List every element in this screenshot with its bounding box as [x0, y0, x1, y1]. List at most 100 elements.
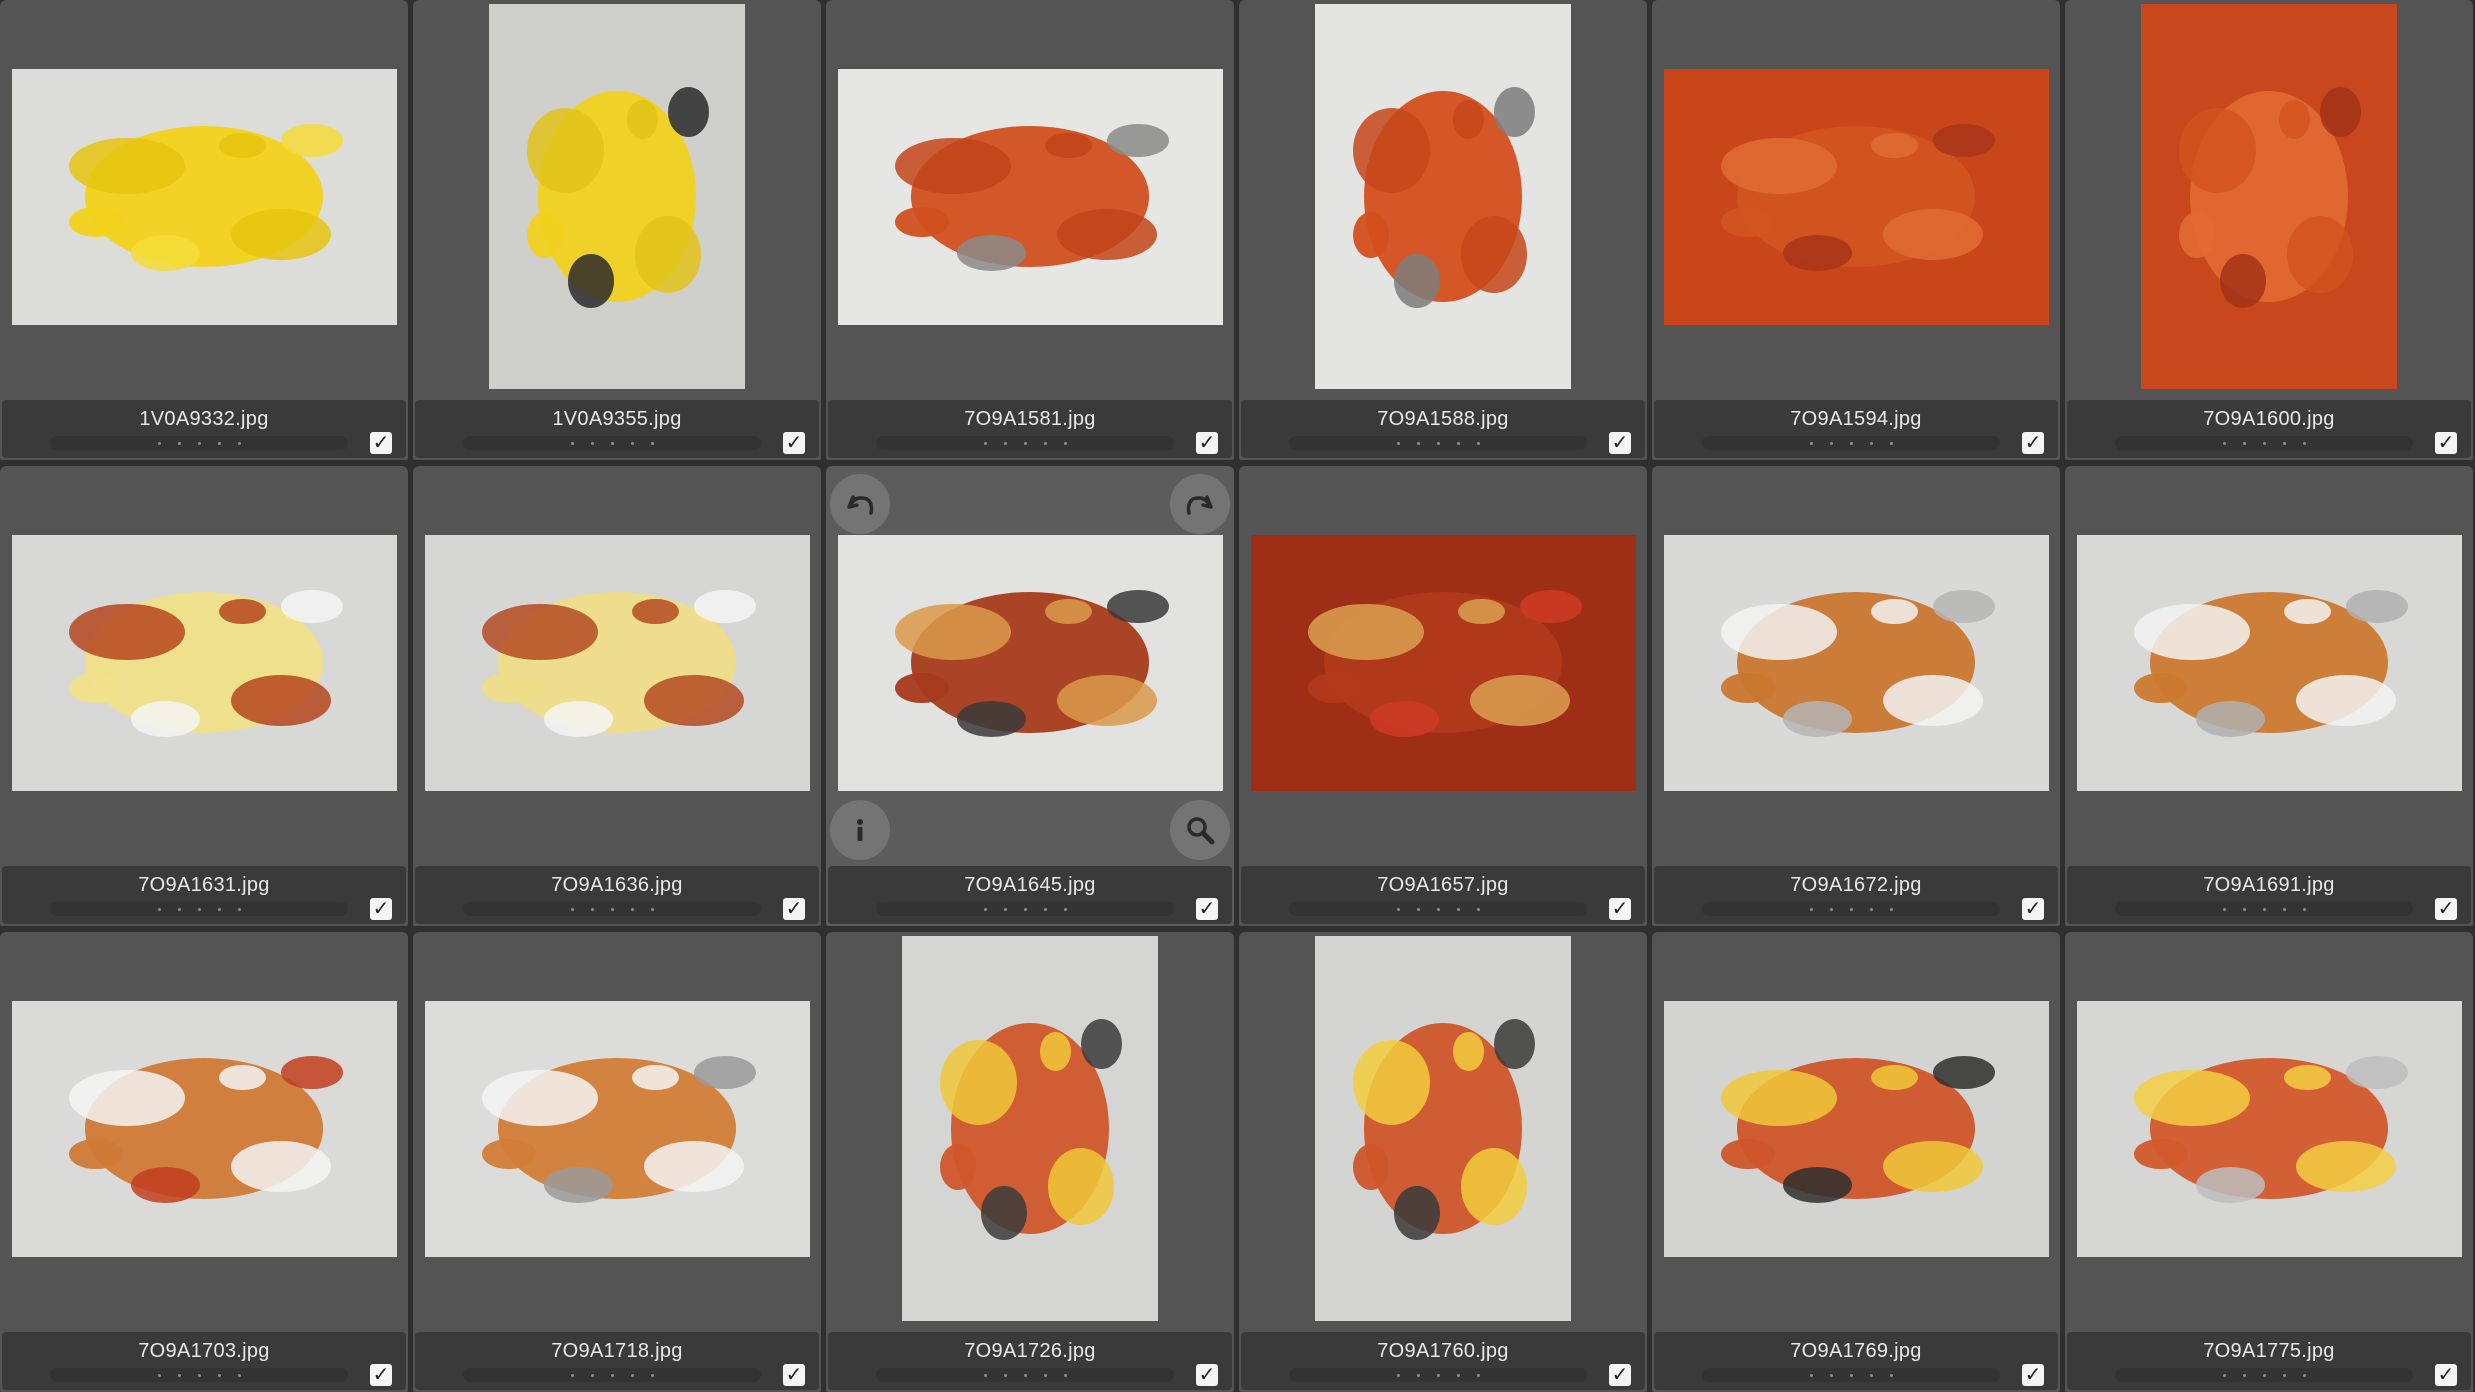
keep-checkbox[interactable]: ✓	[1196, 1364, 1218, 1386]
star-rating[interactable]	[463, 436, 761, 450]
rating-dot[interactable]	[1849, 441, 1853, 445]
rating-dot[interactable]	[1829, 1373, 1833, 1377]
keep-checkbox[interactable]: ✓	[1609, 432, 1631, 454]
rating-dot[interactable]	[157, 907, 161, 911]
rating-dot[interactable]	[983, 441, 987, 445]
rating-dot[interactable]	[1889, 441, 1893, 445]
keep-checkbox[interactable]: ✓	[783, 432, 805, 454]
photo-thumbnail[interactable]	[2076, 1000, 2462, 1257]
keep-checkbox[interactable]: ✓	[1196, 432, 1218, 454]
rating-dot[interactable]	[2242, 1373, 2246, 1377]
rating-dot[interactable]	[590, 1373, 594, 1377]
rating-dot[interactable]	[2282, 907, 2286, 911]
rating-dot[interactable]	[2242, 441, 2246, 445]
keep-checkbox[interactable]: ✓	[2022, 432, 2044, 454]
magnifier-icon[interactable]	[1170, 800, 1230, 860]
rating-dot[interactable]	[1063, 907, 1067, 911]
rating-dot[interactable]	[177, 907, 181, 911]
photo-thumbnail[interactable]	[489, 4, 745, 389]
rating-dot[interactable]	[2242, 907, 2246, 911]
star-rating[interactable]	[1702, 902, 2000, 916]
photo-thumbnail[interactable]	[1315, 936, 1571, 1321]
rating-dot[interactable]	[2222, 907, 2226, 911]
rating-dot[interactable]	[237, 1373, 241, 1377]
photo-thumbnail[interactable]	[11, 1000, 397, 1257]
star-rating[interactable]	[50, 902, 348, 916]
rating-dot[interactable]	[1849, 1373, 1853, 1377]
rating-dot[interactable]	[1063, 1373, 1067, 1377]
rating-dot[interactable]	[217, 441, 221, 445]
photo-thumbnail[interactable]	[424, 534, 810, 791]
rating-dot[interactable]	[2282, 1373, 2286, 1377]
rating-dot[interactable]	[237, 441, 241, 445]
keep-checkbox[interactable]: ✓	[1196, 898, 1218, 920]
star-rating[interactable]	[1702, 1368, 2000, 1382]
thumbnail-cell[interactable]: 7O9A1775.jpg ✓	[2065, 932, 2473, 1392]
rating-dot[interactable]	[983, 907, 987, 911]
star-rating[interactable]	[463, 902, 761, 916]
photo-thumbnail[interactable]	[1315, 4, 1571, 389]
rating-dot[interactable]	[590, 441, 594, 445]
rating-dot[interactable]	[1849, 907, 1853, 911]
rating-dot[interactable]	[1003, 907, 1007, 911]
rating-dot[interactable]	[1416, 441, 1420, 445]
rating-dot[interactable]	[2262, 441, 2266, 445]
star-rating[interactable]	[1289, 1368, 1587, 1382]
rating-dot[interactable]	[197, 907, 201, 911]
star-rating[interactable]	[50, 1368, 348, 1382]
keep-checkbox[interactable]: ✓	[370, 1364, 392, 1386]
rating-dot[interactable]	[177, 441, 181, 445]
rating-dot[interactable]	[1023, 1373, 1027, 1377]
rating-dot[interactable]	[1889, 1373, 1893, 1377]
rating-dot[interactable]	[1869, 441, 1873, 445]
rating-dot[interactable]	[197, 441, 201, 445]
thumbnail-cell[interactable]: 7O9A1588.jpg ✓	[1239, 0, 1647, 460]
rating-dot[interactable]	[1023, 907, 1027, 911]
photo-thumbnail[interactable]	[1250, 534, 1636, 791]
thumbnail-cell[interactable]: 7O9A1636.jpg ✓	[413, 466, 821, 926]
rating-dot[interactable]	[1869, 1373, 1873, 1377]
rating-dot[interactable]	[1043, 1373, 1047, 1377]
rating-dot[interactable]	[1869, 907, 1873, 911]
rating-dot[interactable]	[1023, 441, 1027, 445]
keep-checkbox[interactable]: ✓	[783, 1364, 805, 1386]
rating-dot[interactable]	[2302, 907, 2306, 911]
rating-dot[interactable]	[610, 907, 614, 911]
rating-dot[interactable]	[1396, 1373, 1400, 1377]
rating-dot[interactable]	[1456, 1373, 1460, 1377]
rating-dot[interactable]	[1809, 441, 1813, 445]
rating-dot[interactable]	[630, 907, 634, 911]
star-rating[interactable]	[1702, 436, 2000, 450]
rating-dot[interactable]	[1809, 1373, 1813, 1377]
rating-dot[interactable]	[570, 1373, 574, 1377]
rating-dot[interactable]	[630, 1373, 634, 1377]
star-rating[interactable]	[876, 902, 1174, 916]
thumbnail-cell[interactable]: 1V0A9332.jpg ✓	[0, 0, 408, 460]
rating-dot[interactable]	[590, 907, 594, 911]
rating-dot[interactable]	[1456, 907, 1460, 911]
keep-checkbox[interactable]: ✓	[2022, 898, 2044, 920]
rating-dot[interactable]	[1396, 907, 1400, 911]
photo-thumbnail[interactable]	[1663, 534, 2049, 791]
rating-dot[interactable]	[650, 907, 654, 911]
rating-dot[interactable]	[197, 1373, 201, 1377]
keep-checkbox[interactable]: ✓	[2435, 432, 2457, 454]
photo-thumbnail[interactable]	[1663, 68, 2049, 325]
photo-thumbnail[interactable]	[11, 534, 397, 791]
thumbnail-cell[interactable]: 7O9A1594.jpg ✓	[1652, 0, 2060, 460]
thumbnail-cell[interactable]: 7O9A1581.jpg ✓	[826, 0, 1234, 460]
rating-dot[interactable]	[1889, 907, 1893, 911]
star-rating[interactable]	[2115, 902, 2413, 916]
rating-dot[interactable]	[1003, 1373, 1007, 1377]
rating-dot[interactable]	[1829, 907, 1833, 911]
star-rating[interactable]	[463, 1368, 761, 1382]
photo-thumbnail[interactable]	[837, 534, 1223, 791]
keep-checkbox[interactable]: ✓	[2435, 898, 2457, 920]
rating-dot[interactable]	[1396, 441, 1400, 445]
photo-thumbnail[interactable]	[837, 68, 1223, 325]
star-rating[interactable]	[50, 436, 348, 450]
rating-dot[interactable]	[1436, 907, 1440, 911]
rating-dot[interactable]	[1809, 907, 1813, 911]
rating-dot[interactable]	[237, 907, 241, 911]
rating-dot[interactable]	[1043, 441, 1047, 445]
